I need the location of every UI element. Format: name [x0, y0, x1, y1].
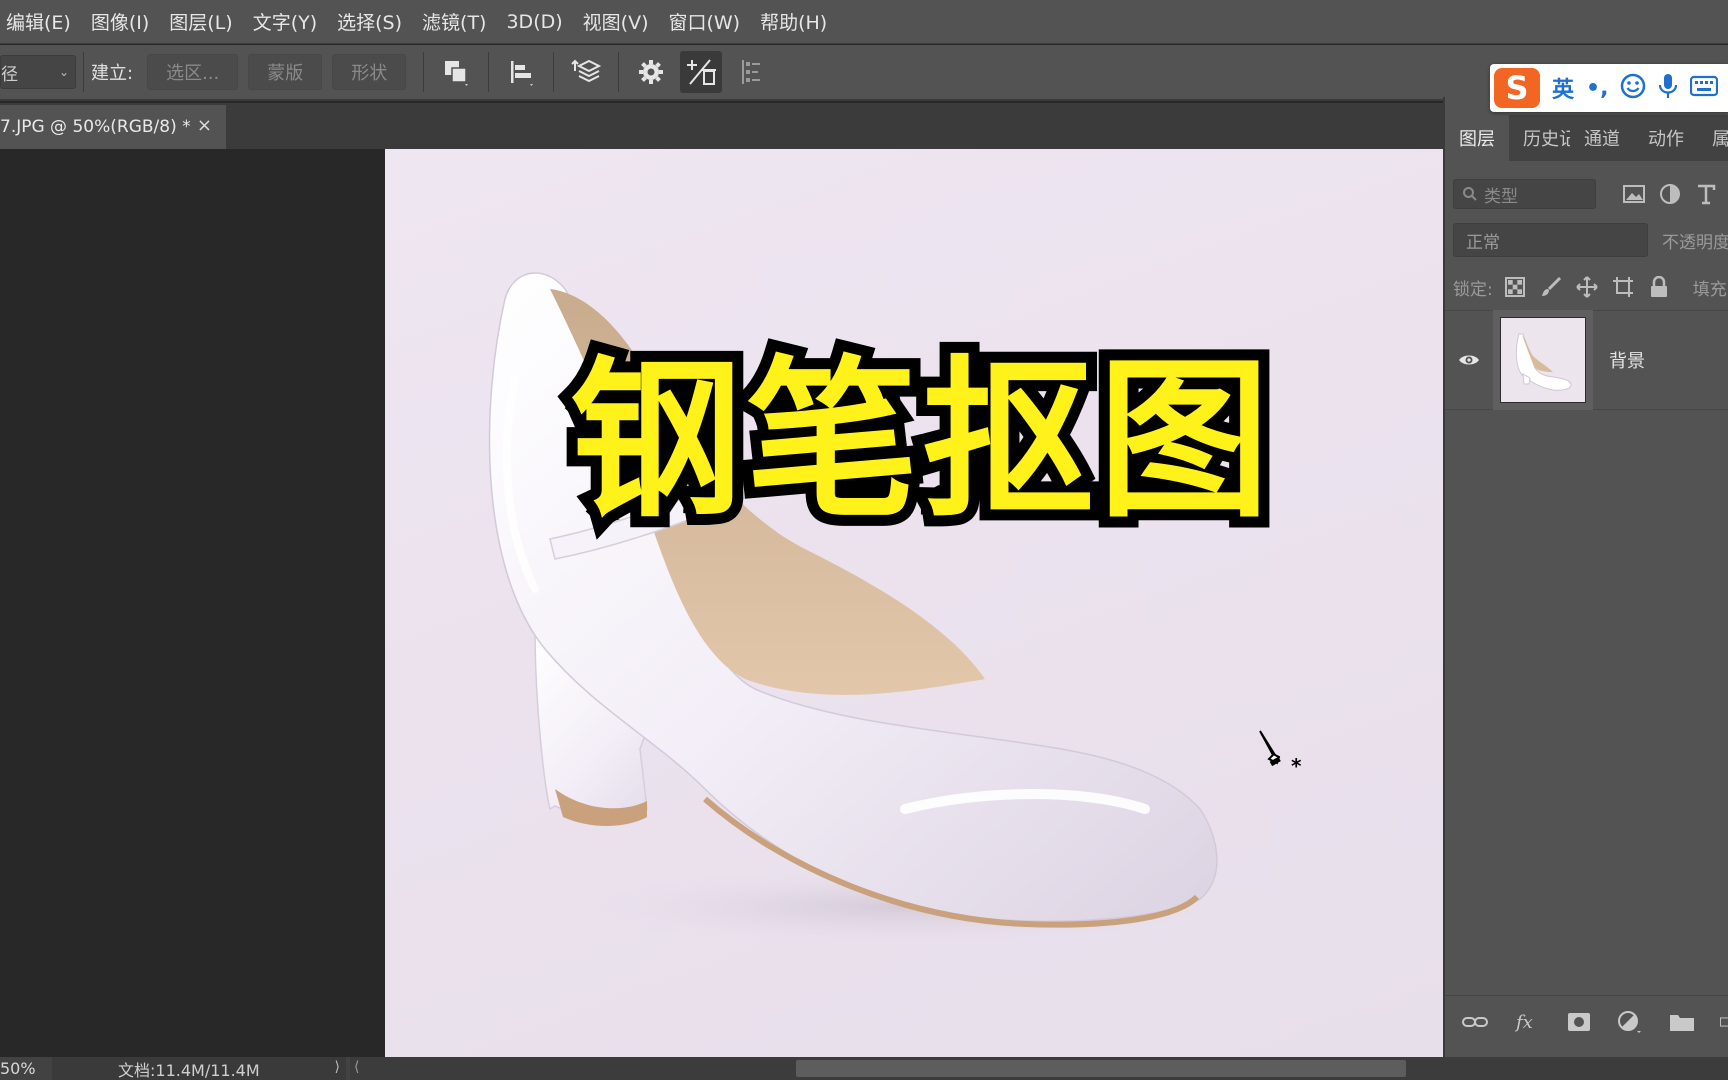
align-edges-icon[interactable]: [730, 51, 772, 93]
menu-help[interactable]: 帮助(H): [754, 8, 837, 35]
opacity-label: 不透明度: [1662, 232, 1728, 253]
folder-icon[interactable]: [1668, 1008, 1696, 1036]
make-mask-button[interactable]: 蒙版: [248, 54, 323, 90]
svg-text:fx: fx: [1514, 1012, 1533, 1033]
horizontal-scrollbar[interactable]: ⟨: [350, 1057, 1728, 1080]
menu-edit[interactable]: 编辑(E): [0, 8, 81, 35]
overlay-title: 钢笔抠图: [559, 340, 1281, 541]
scrollbar-thumb[interactable]: [796, 1060, 1406, 1077]
adjustment-filter-icon[interactable]: [1658, 182, 1682, 206]
ime-punctuation-toggle[interactable]: •,: [1586, 76, 1608, 101]
menu-3d[interactable]: 3D(D): [500, 11, 572, 33]
tab-properties[interactable]: 属: [1698, 115, 1728, 161]
tab-channels[interactable]: 通道: [1570, 115, 1634, 161]
path-alignment-icon[interactable]: [500, 51, 542, 93]
link-layers-icon[interactable]: [1461, 1008, 1489, 1036]
document-tab[interactable]: 7.JPG @ 50%(RGB/8) * ×: [0, 105, 226, 149]
layers-panel-footer: fx: [1445, 995, 1728, 1047]
layer-filter-label: 类型: [1484, 186, 1518, 207]
adjustment-layer-icon[interactable]: [1616, 1008, 1644, 1036]
tab-actions[interactable]: 动作: [1634, 115, 1698, 161]
visibility-eye-icon[interactable]: [1445, 353, 1493, 367]
layer-filter-select[interactable]: 类型: [1453, 179, 1596, 209]
menu-image[interactable]: 图像(I): [85, 8, 159, 35]
blend-mode-select[interactable]: 正常: [1453, 223, 1648, 257]
menu-view[interactable]: 视图(V): [577, 8, 659, 35]
lock-artboard-icon[interactable]: [1611, 275, 1635, 299]
make-shape-button[interactable]: 形状: [332, 54, 407, 90]
chevron-right-icon[interactable]: ⟩: [335, 1059, 340, 1075]
menu-select[interactable]: 选择(S): [331, 8, 412, 35]
make-selection-button[interactable]: 选区...: [147, 54, 239, 90]
type-filter-icon[interactable]: [1694, 182, 1718, 206]
pen-cursor-icon: *: [1257, 729, 1302, 779]
ime-logo[interactable]: S: [1494, 68, 1540, 108]
photoshop-window: 编辑(E) 图像(I) 图层(L) 文字(Y) 选择(S) 滤镜(T) 3D(D…: [0, 0, 1728, 1080]
pen-mode-select[interactable]: 径 ⌄: [0, 55, 76, 89]
shoe-photo: [488, 272, 1255, 947]
menu-window[interactable]: 窗口(W): [662, 8, 750, 35]
document-image[interactable]: [385, 149, 1443, 1057]
keyboard-icon[interactable]: [1690, 75, 1719, 101]
gear-icon[interactable]: [630, 51, 672, 93]
ime-language-toggle[interactable]: 英: [1552, 72, 1574, 104]
chevron-left-icon[interactable]: ⟨: [354, 1059, 359, 1075]
new-layer-icon[interactable]: [1720, 1008, 1728, 1036]
tab-layers[interactable]: 图层: [1445, 115, 1509, 161]
lock-all-icon[interactable]: [1647, 275, 1671, 299]
divider: [618, 52, 620, 92]
divider: [488, 52, 490, 92]
document-info[interactable]: 文档:11.4M/11.4M ⟩: [52, 1057, 346, 1080]
layers-panel: 图层 历史记录 通道 动作 属 类型 正常 不透明度 锁定:: [1443, 97, 1728, 1057]
divider: [423, 52, 425, 92]
image-filter-icon[interactable]: [1622, 182, 1646, 206]
pen-mode-value: 径: [1, 64, 18, 85]
ime-toolbar: S 英 •,: [1490, 64, 1728, 112]
divider: [83, 52, 84, 92]
fx-icon[interactable]: fx: [1513, 1008, 1541, 1036]
document-tab-title: 7.JPG @ 50%(RGB/8) *: [0, 117, 191, 137]
layer-thumbnail: [1500, 317, 1586, 403]
zoom-level[interactable]: 50%: [0, 1059, 50, 1078]
blend-row: 正常 不透明度: [1453, 222, 1728, 258]
document-tab-bar: 7.JPG @ 50%(RGB/8) * ×: [0, 103, 1443, 149]
panel-tabs: 图层 历史记录 通道 动作 属: [1445, 115, 1728, 161]
menu-type[interactable]: 文字(Y): [247, 8, 327, 35]
status-bar: 50% 文档:11.4M/11.4M ⟩ ⟨: [0, 1057, 1728, 1080]
make-label: 建立:: [91, 63, 134, 84]
svg-text:*: *: [1291, 754, 1301, 775]
fill-label: 填充: [1692, 279, 1727, 300]
menu-filter[interactable]: 滤镜(T): [416, 8, 496, 35]
lock-row: 锁定: 填充: [1453, 269, 1728, 305]
path-operations-icon[interactable]: [435, 51, 477, 93]
layer-filter-row: 类型: [1453, 177, 1728, 211]
options-bar: 径 ⌄ 建立: 选区... 蒙版 形状: [0, 45, 1728, 101]
path-arrangement-icon[interactable]: [565, 51, 607, 93]
lock-transparent-icon[interactable]: [1503, 275, 1527, 299]
layer-thumbnail-frame: [1493, 310, 1593, 410]
canvas-area[interactable]: *: [0, 149, 1443, 1057]
tab-history[interactable]: 历史记录: [1509, 115, 1570, 161]
layer-name: 背景: [1609, 351, 1645, 372]
chevron-down-icon: ⌄: [58, 65, 69, 79]
lock-label: 锁定:: [1453, 279, 1493, 300]
close-icon[interactable]: ×: [197, 115, 212, 136]
emoji-icon[interactable]: [1620, 73, 1646, 103]
menu-bar: 编辑(E) 图像(I) 图层(L) 文字(Y) 选择(S) 滤镜(T) 3D(D…: [0, 0, 1728, 44]
layer-row-background[interactable]: 背景: [1445, 310, 1728, 410]
search-icon: [1463, 187, 1477, 201]
lock-move-icon[interactable]: [1575, 275, 1599, 299]
auto-add-delete-icon[interactable]: [680, 51, 723, 93]
document-size: 文档:11.4M/11.4M: [118, 1060, 260, 1080]
divider: [553, 52, 555, 92]
microphone-icon[interactable]: [1658, 73, 1678, 103]
lock-brush-icon[interactable]: [1539, 275, 1563, 299]
add-mask-icon[interactable]: [1565, 1008, 1593, 1036]
menu-layer[interactable]: 图层(L): [163, 8, 242, 35]
